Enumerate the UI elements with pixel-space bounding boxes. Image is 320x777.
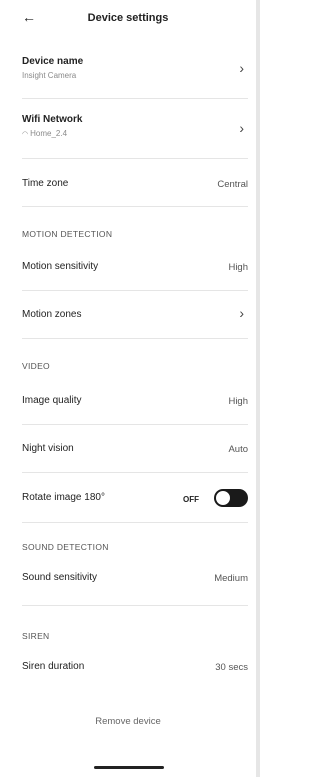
image-quality-label: Image quality (22, 395, 82, 406)
divider (22, 522, 248, 523)
divider (22, 158, 248, 159)
time-zone-label: Time zone (22, 178, 69, 189)
night-vision-row[interactable]: Night vision Auto (22, 438, 248, 462)
image-quality-row[interactable]: Image quality High (22, 390, 248, 414)
chevron-right-icon: › (239, 120, 244, 136)
device-name-row[interactable]: Device name Insight Camera › (22, 52, 248, 86)
divider (22, 338, 248, 339)
header: ← Device settings (0, 0, 256, 38)
wifi-icon: ◠ (22, 131, 29, 138)
wifi-network-value: ◠ Home_2.4 (22, 129, 67, 138)
section-siren: SIREN (22, 631, 50, 641)
rotate-image-row: Rotate image 180° OFF (22, 484, 248, 512)
rotate-toggle-state: OFF (183, 495, 199, 504)
chevron-right-icon: › (239, 305, 244, 321)
sound-sensitivity-row[interactable]: Sound sensitivity Medium (22, 567, 248, 591)
device-name-label: Device name (22, 56, 84, 67)
section-sound-detection: SOUND DETECTION (22, 542, 109, 552)
divider (22, 472, 248, 473)
night-vision-value: Auto (228, 444, 248, 455)
siren-duration-label: Siren duration (22, 661, 85, 672)
image-quality-value: High (228, 396, 248, 407)
home-indicator (94, 766, 164, 769)
divider (22, 206, 248, 207)
rotate-image-toggle[interactable] (214, 489, 248, 507)
wifi-network-label: Wifi Network (22, 114, 83, 125)
siren-duration-row[interactable]: Siren duration 30 secs (22, 656, 248, 680)
page-title: Device settings (87, 12, 169, 24)
wifi-network-row[interactable]: Wifi Network ◠ Home_2.4 › (22, 110, 248, 144)
device-name-value: Insight Camera (22, 71, 77, 80)
siren-duration-value: 30 secs (215, 662, 248, 673)
section-video: VIDEO (22, 361, 50, 371)
time-zone-value: Central (217, 179, 248, 190)
motion-sensitivity-row[interactable]: Motion sensitivity High (22, 256, 248, 280)
sound-sensitivity-value: Medium (214, 573, 248, 584)
toggle-knob (215, 490, 231, 506)
divider (22, 424, 248, 425)
section-motion-detection: MOTION DETECTION (22, 229, 113, 239)
rotate-image-label: Rotate image 180° (22, 492, 105, 503)
motion-sensitivity-value: High (228, 262, 248, 273)
motion-zones-label: Motion zones (22, 309, 82, 320)
chevron-right-icon: › (239, 60, 244, 76)
wifi-network-name: Home_2.4 (30, 129, 68, 138)
scrollbar[interactable] (256, 0, 260, 777)
divider (22, 290, 248, 291)
time-zone-row[interactable]: Time zone Central (22, 170, 248, 200)
night-vision-label: Night vision (22, 443, 74, 454)
remove-device-button[interactable]: Remove device (0, 716, 256, 727)
sound-sensitivity-label: Sound sensitivity (22, 572, 98, 583)
settings-screen: ← Device settings Device name Insight Ca… (0, 0, 263, 777)
motion-zones-row[interactable]: Motion zones › (22, 304, 248, 328)
divider (22, 98, 248, 99)
divider (22, 605, 248, 606)
motion-sensitivity-label: Motion sensitivity (22, 261, 99, 272)
